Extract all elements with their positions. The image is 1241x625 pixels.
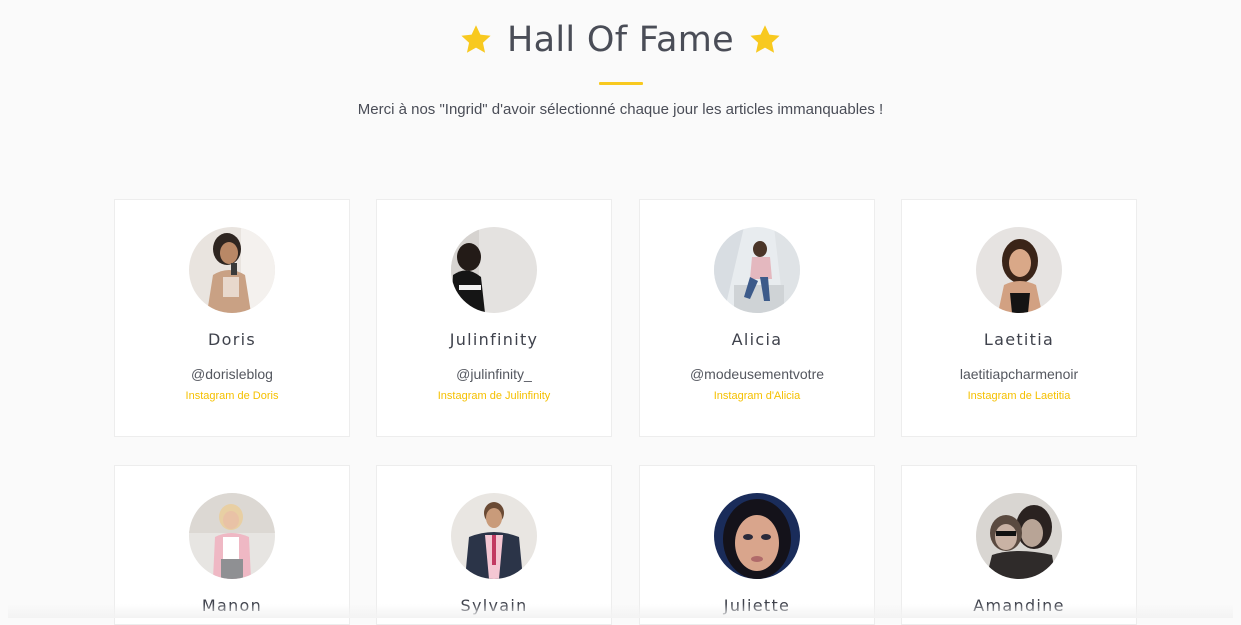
title-divider bbox=[598, 82, 643, 85]
profile-card-juliette: Juliette bbox=[639, 465, 875, 625]
page-title: Hall Of Fame bbox=[507, 20, 734, 60]
instagram-link[interactable]: Instagram de Laetitia bbox=[902, 390, 1136, 402]
avatar bbox=[976, 227, 1062, 313]
star-icon bbox=[459, 23, 493, 57]
avatar bbox=[714, 493, 800, 579]
section-header: Hall Of Fame Merci à nos "Ingrid" d'avoi… bbox=[8, 20, 1233, 118]
profile-handle: @julinfinity_ bbox=[456, 366, 532, 382]
profile-card-sylvain: Sylvain bbox=[376, 465, 612, 625]
avatar bbox=[189, 227, 275, 313]
avatar bbox=[189, 493, 275, 579]
avatar bbox=[451, 493, 537, 579]
section-subtitle: Merci à nos "Ingrid" d'avoir sélectionné… bbox=[357, 101, 884, 118]
profile-card-doris: Doris @dorisleblog Instagram de Doris bbox=[114, 199, 350, 437]
profile-card-alicia: Alicia @modeusementvotre Instagram d'Ali… bbox=[639, 199, 875, 437]
profile-handle: @dorisleblog bbox=[191, 366, 273, 382]
profile-name: Julinfinity bbox=[449, 330, 539, 349]
avatar bbox=[451, 227, 537, 313]
star-icon bbox=[748, 23, 782, 57]
avatar bbox=[976, 493, 1062, 579]
instagram-link[interactable]: Instagram de Julinfinity bbox=[377, 390, 611, 402]
profile-card-laetitia: Laetitia laetitiapcharmenoir Instagram d… bbox=[901, 199, 1137, 437]
profile-name: Laetitia bbox=[983, 330, 1055, 349]
hall-of-fame-section: Hall Of Fame Merci à nos "Ingrid" d'avoi… bbox=[8, 6, 1233, 625]
bottom-fade bbox=[8, 604, 1233, 618]
instagram-link[interactable]: Instagram de Doris bbox=[115, 390, 349, 402]
profile-name: Alicia bbox=[731, 330, 783, 349]
avatar bbox=[714, 227, 800, 313]
profile-card-julinfinity: Julinfinity @julinfinity_ Instagram de J… bbox=[376, 199, 612, 437]
profile-card-amandine: Amandine bbox=[901, 465, 1137, 625]
instagram-link[interactable]: Instagram d'Alicia bbox=[640, 390, 874, 402]
profile-handle: @modeusementvotre bbox=[689, 366, 825, 382]
profile-handle: laetitiapcharmenoir bbox=[959, 366, 1079, 382]
profile-name: Doris bbox=[208, 330, 256, 349]
title-row: Hall Of Fame bbox=[8, 20, 1233, 60]
profile-card-manon: Manon bbox=[114, 465, 350, 625]
